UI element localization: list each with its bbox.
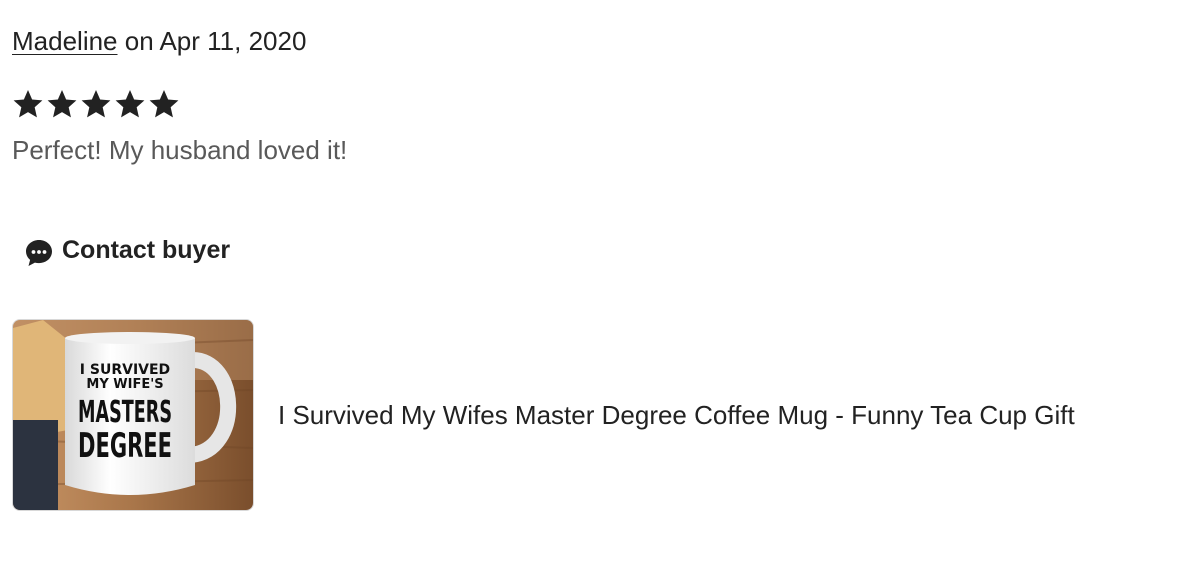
star-rating [12, 88, 180, 120]
star-icon [149, 90, 179, 118]
contact-buyer-label: Contact buyer [62, 235, 231, 264]
mug-text-line2: MY WIFE'S [86, 377, 163, 392]
mug-text-line4: DEGREE [78, 426, 172, 466]
review-header: Madeline on Apr 11, 2020 [12, 24, 306, 58]
chat-bubble-icon [26, 240, 52, 266]
mug-text-line3: MASTERS [78, 395, 172, 430]
star-icon [13, 90, 43, 118]
star-icon [47, 90, 77, 118]
listing-title[interactable]: I Survived My Wifes Master Degree Coffee… [278, 400, 1075, 431]
review-text: Perfect! My husband loved it! [12, 135, 348, 165]
star-icon [115, 90, 145, 118]
contact-buyer-button[interactable]: Contact buyer [24, 232, 230, 268]
mug-text-line1: I SURVIVED [80, 362, 170, 378]
reviewer-name-link[interactable]: Madeline [12, 26, 118, 56]
listing-card[interactable]: I SURVIVED MY WIFE'S MASTERS DEGREE I Su… [12, 319, 1075, 511]
listing-thumbnail[interactable]: I SURVIVED MY WIFE'S MASTERS DEGREE [12, 319, 254, 511]
star-icon [81, 90, 111, 118]
review-date: on Apr 11, 2020 [117, 26, 307, 56]
